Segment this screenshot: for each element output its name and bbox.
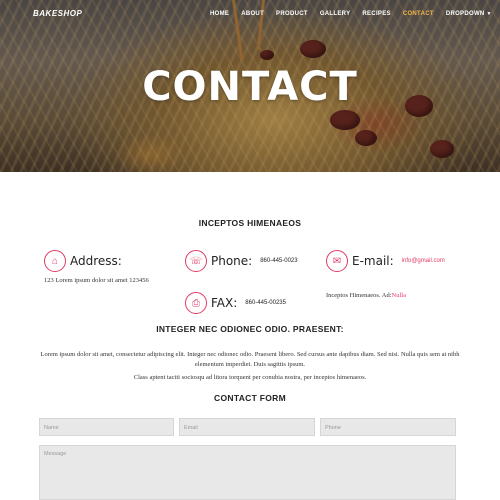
email-label: E-mail: <box>352 254 394 268</box>
hero-banner: BAKESHOP HOME ABOUT PRODUCT GALLERY RECI… <box>0 0 500 172</box>
brand-logo[interactable]: BAKESHOP <box>33 9 82 18</box>
nav-item-contact[interactable]: CONTACT <box>403 11 434 17</box>
email-block: ✉ E-mail: info@gmail.com <box>326 250 445 272</box>
page-title: CONTACT <box>142 64 358 110</box>
name-field[interactable]: Name <box>39 418 174 436</box>
about-paragraph-2: Class aptent taciti sociosqu ad litora t… <box>133 374 367 381</box>
contact-form-heading: CONTACT FORM <box>214 393 286 403</box>
phone-field[interactable]: Phone <box>320 418 456 436</box>
nav-item-recipes[interactable]: RECIPES <box>362 11 390 17</box>
address-value: 123 Lorem ipsum dolor sit amet 123456 <box>44 277 149 284</box>
contact-info-heading: INCEPTOS HIMENAEOS <box>198 218 302 228</box>
caret-down-icon: ▼ <box>486 11 492 17</box>
nav-item-gallery[interactable]: GALLERY <box>320 11 351 17</box>
fax-label: FAX: <box>211 296 238 310</box>
nav-item-dropdown[interactable]: DROPDOWN ▼ <box>446 11 492 17</box>
fax-icon: ⎙ <box>185 292 207 314</box>
fax-value: 860-445-00235 <box>245 300 286 306</box>
address-label: Address: <box>70 254 122 268</box>
nav-menu: HOME ABOUT PRODUCT GALLERY RECIPES CONTA… <box>210 11 500 17</box>
message-field[interactable]: Message <box>39 445 456 500</box>
phone-block: ☏ Phone: 860-445-0023 <box>185 250 298 272</box>
note-link[interactable]: Nulla <box>392 292 406 299</box>
navbar: BAKESHOP HOME ABOUT PRODUCT GALLERY RECI… <box>0 0 500 30</box>
email-field[interactable]: Email <box>179 418 315 436</box>
about-heading: INTEGER NEC ODIONEC ODIO. PRAESENT: <box>156 324 344 334</box>
fax-block: ⎙ FAX: 860-445-00235 <box>185 292 286 314</box>
nav-item-dropdown-label: DROPDOWN <box>445 11 485 17</box>
note-prefix: Inceptos Himenaeos. Ad: <box>326 292 392 299</box>
nav-item-home[interactable]: HOME <box>210 11 229 17</box>
home-icon: ⌂ <box>44 250 66 272</box>
address-block: ⌂ Address: <box>44 250 130 272</box>
envelope-icon: ✉ <box>326 250 348 272</box>
phone-icon: ☏ <box>185 250 207 272</box>
email-link[interactable]: info@gmail.com <box>402 258 445 264</box>
nav-item-about[interactable]: ABOUT <box>241 11 264 17</box>
phone-value: 860-445-0023 <box>260 258 298 264</box>
nav-item-product[interactable]: PRODUCT <box>276 11 308 17</box>
note-text: Inceptos Himenaeos. Ad:Nulla <box>326 292 406 299</box>
about-paragraph-1: Lorem ipsum dolor sit amet, consectetur … <box>40 351 460 368</box>
phone-label: Phone: <box>211 254 253 268</box>
